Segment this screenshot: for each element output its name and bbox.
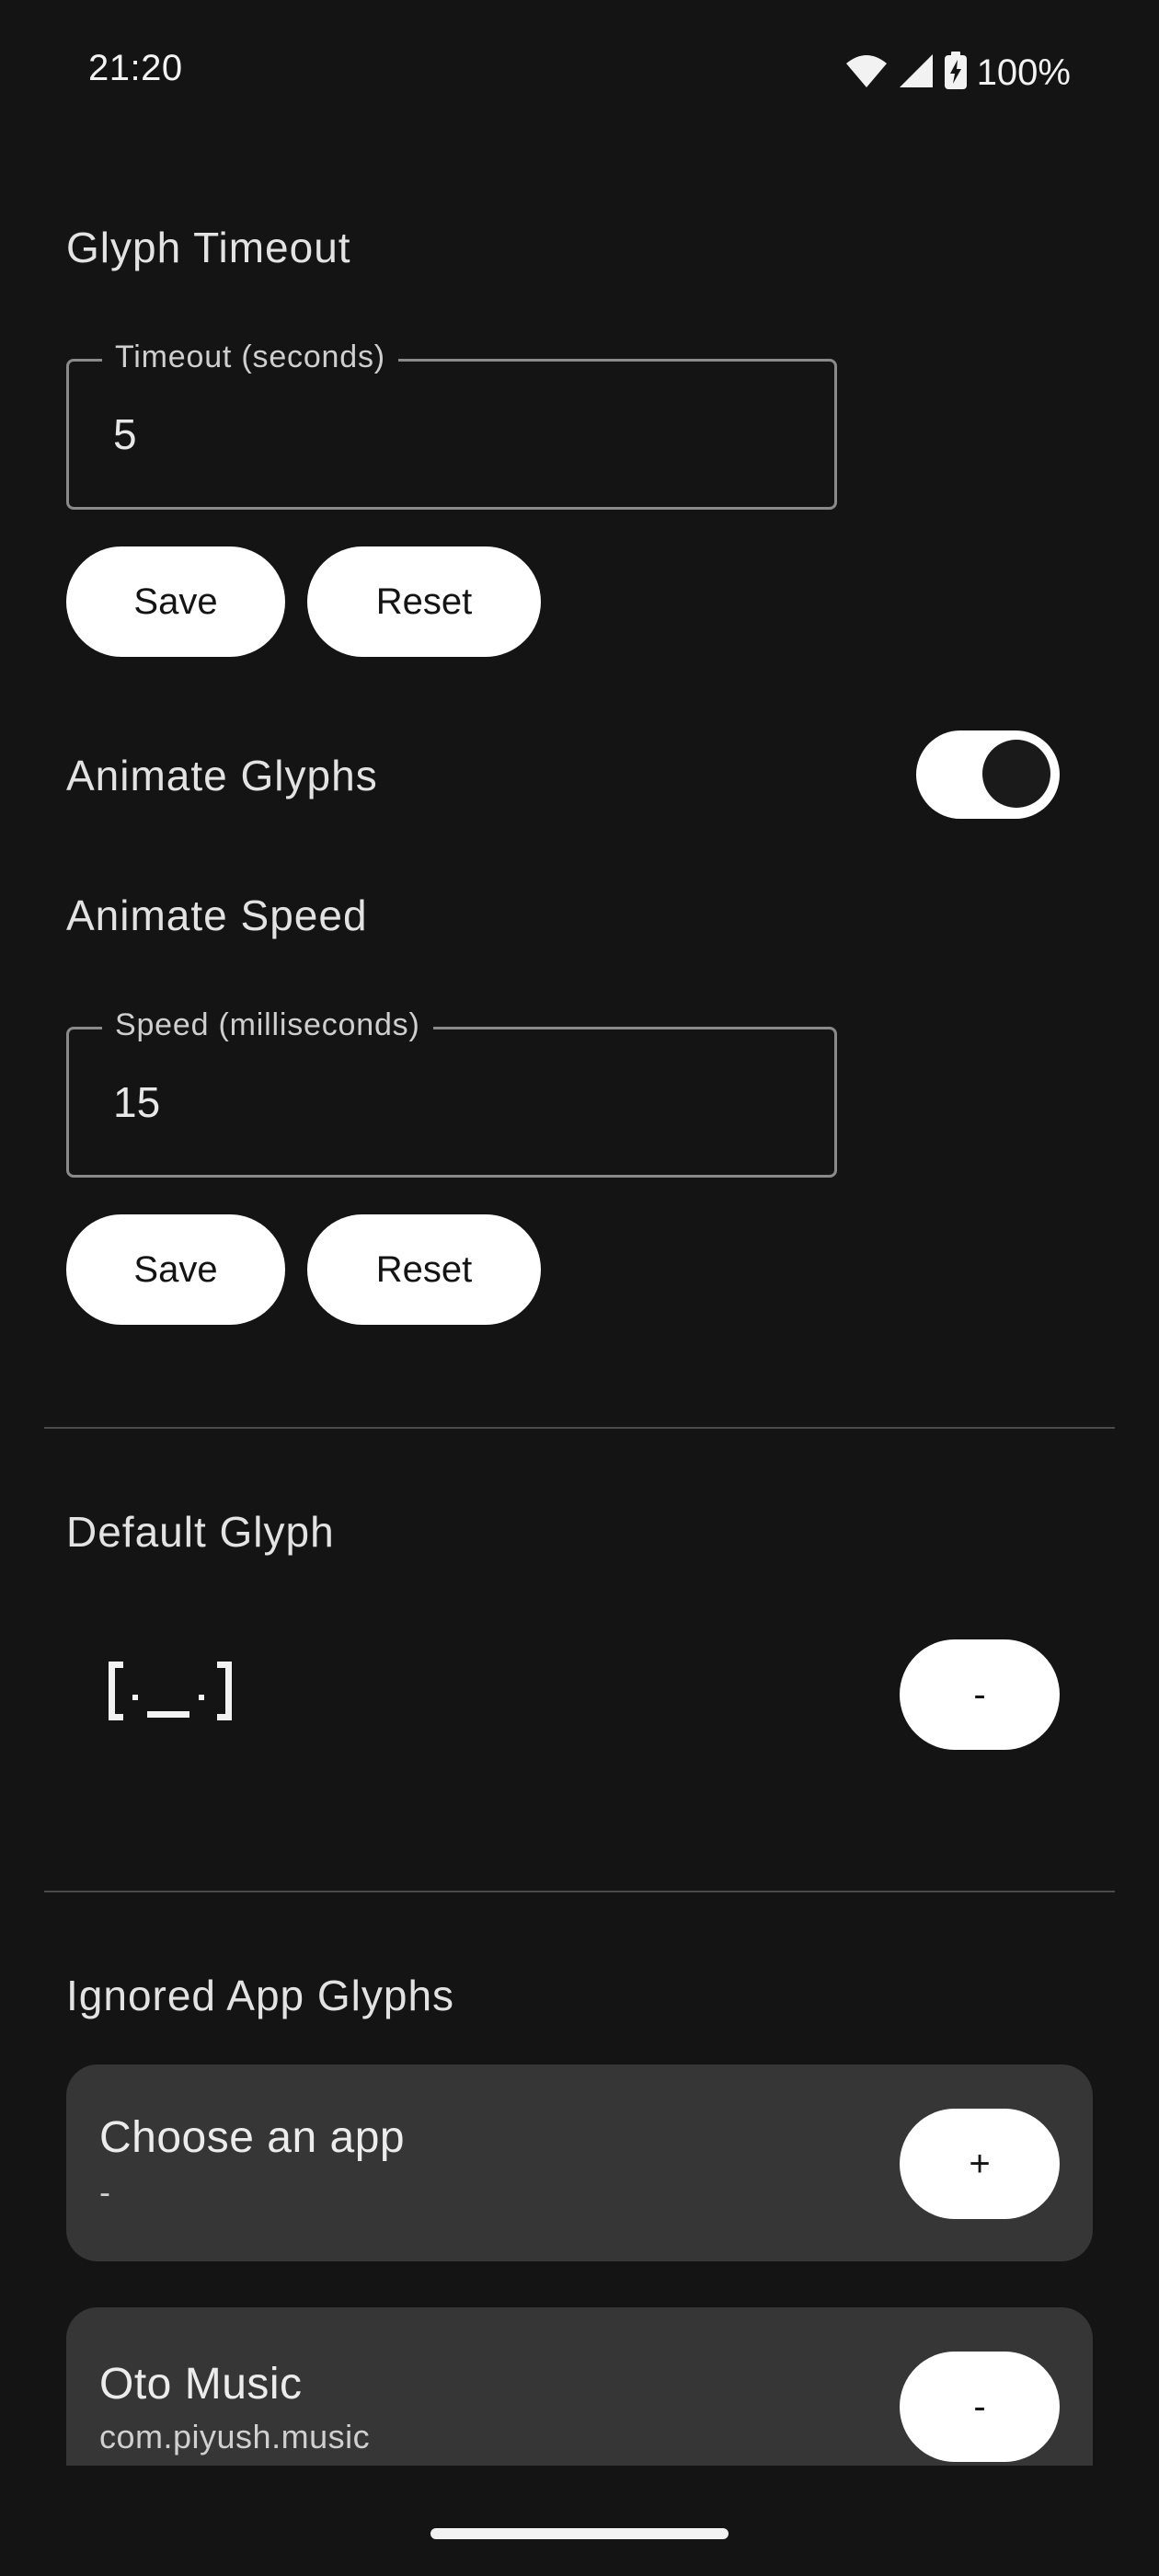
add-app-button[interactable]: + — [900, 2109, 1060, 2219]
animate-speed-heading: Animate Speed — [66, 891, 368, 939]
animate-glyphs-toggle[interactable] — [916, 730, 1060, 819]
pixel-face-glyph-icon — [101, 1647, 239, 1739]
status-time: 21:20 — [88, 48, 183, 88]
timeout-save-button[interactable]: Save — [66, 546, 285, 657]
status-bar: 21:20 100% — [0, 0, 1159, 147]
wifi-icon — [844, 52, 889, 94]
timeout-reset-button[interactable]: Reset — [307, 546, 541, 657]
app-item-subtitle: - — [99, 2173, 111, 2211]
app-item-title: Choose an app — [99, 2113, 406, 2162]
default-glyph-heading: Default Glyph — [66, 1508, 335, 1556]
status-icons: 100% — [844, 52, 1071, 95]
app-list-item[interactable]: Choose an app - + — [66, 2064, 1093, 2261]
speed-input[interactable] — [113, 1077, 757, 1127]
timeout-field-label: Timeout (seconds) — [102, 339, 398, 375]
speed-field-label: Speed (milliseconds) — [102, 1007, 433, 1043]
ignored-apps-heading: Ignored App Glyphs — [66, 1972, 455, 2019]
animate-glyphs-label: Animate Glyphs — [66, 752, 378, 799]
divider — [44, 1891, 1115, 1892]
app-item-subtitle: com.piyush.music — [99, 2418, 371, 2455]
timeout-field[interactable]: Timeout (seconds) — [66, 339, 837, 510]
default-glyph-button[interactable]: - — [900, 1639, 1060, 1750]
toggle-thumb — [982, 740, 1050, 808]
speed-field[interactable]: Speed (milliseconds) — [66, 1007, 837, 1178]
speed-save-button[interactable]: Save — [66, 1214, 285, 1325]
battery-percent: 100% — [976, 52, 1071, 93]
app-item-title: Oto Music — [99, 2360, 303, 2409]
navigation-bar — [0, 2466, 1159, 2576]
home-indicator[interactable] — [430, 2528, 729, 2539]
speed-reset-button[interactable]: Reset — [307, 1214, 541, 1325]
glyph-timeout-heading: Glyph Timeout — [66, 224, 351, 271]
signal-icon — [898, 52, 935, 94]
remove-app-button[interactable]: - — [900, 2352, 1060, 2462]
divider — [44, 1427, 1115, 1429]
battery-charging-icon — [944, 52, 968, 95]
timeout-input[interactable] — [113, 409, 757, 459]
